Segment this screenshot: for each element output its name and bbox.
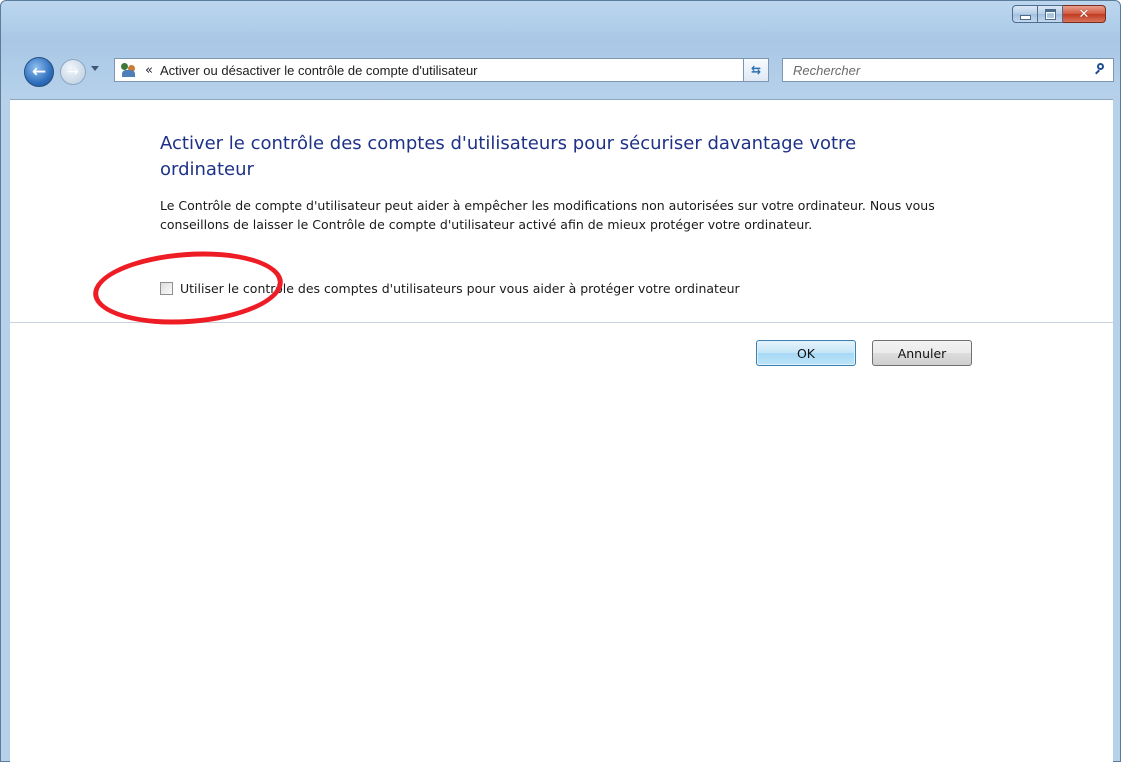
description-text: Le Contrôle de compte d'utilisateur peut… bbox=[160, 198, 935, 232]
search-box[interactable] bbox=[782, 58, 1114, 82]
minimize-button[interactable] bbox=[1012, 5, 1038, 23]
address-bar[interactable]: « Activer ou désactiver le contrôle de c… bbox=[114, 58, 769, 82]
page-title: Activer le contrôle des comptes d'utilis… bbox=[160, 133, 857, 180]
caption-buttons: ✕ bbox=[1012, 5, 1106, 23]
close-icon: ✕ bbox=[1078, 6, 1090, 22]
search-input[interactable] bbox=[791, 61, 1085, 79]
content-pane: Activer le contrôle des comptes d'utilis… bbox=[10, 99, 1113, 763]
maximize-icon bbox=[1044, 8, 1056, 20]
refresh-button[interactable]: ⇆ bbox=[743, 58, 769, 82]
breadcrumb-overflow-chevron[interactable]: « bbox=[145, 63, 153, 78]
search-icon[interactable] bbox=[1095, 63, 1105, 75]
cancel-button[interactable]: Annuler bbox=[872, 340, 972, 366]
window-frame: ✕ ← → « Activer ou désactiver le contrôl… bbox=[0, 0, 1121, 763]
forward-arrow-icon: → bbox=[67, 64, 79, 80]
back-button[interactable]: ← bbox=[24, 57, 54, 87]
refresh-icon: ⇆ bbox=[750, 63, 762, 77]
maximize-button[interactable] bbox=[1038, 5, 1063, 23]
minimize-icon bbox=[1019, 14, 1031, 20]
forward-button[interactable]: → bbox=[60, 59, 86, 85]
back-arrow-icon: ← bbox=[31, 62, 47, 82]
user-accounts-icon bbox=[120, 62, 138, 78]
breadcrumb[interactable]: Activer ou désactiver le contrôle de com… bbox=[160, 63, 478, 78]
recent-pages-dropdown[interactable] bbox=[91, 66, 99, 71]
close-button[interactable]: ✕ bbox=[1063, 5, 1106, 23]
ok-button[interactable]: OK bbox=[756, 340, 856, 366]
